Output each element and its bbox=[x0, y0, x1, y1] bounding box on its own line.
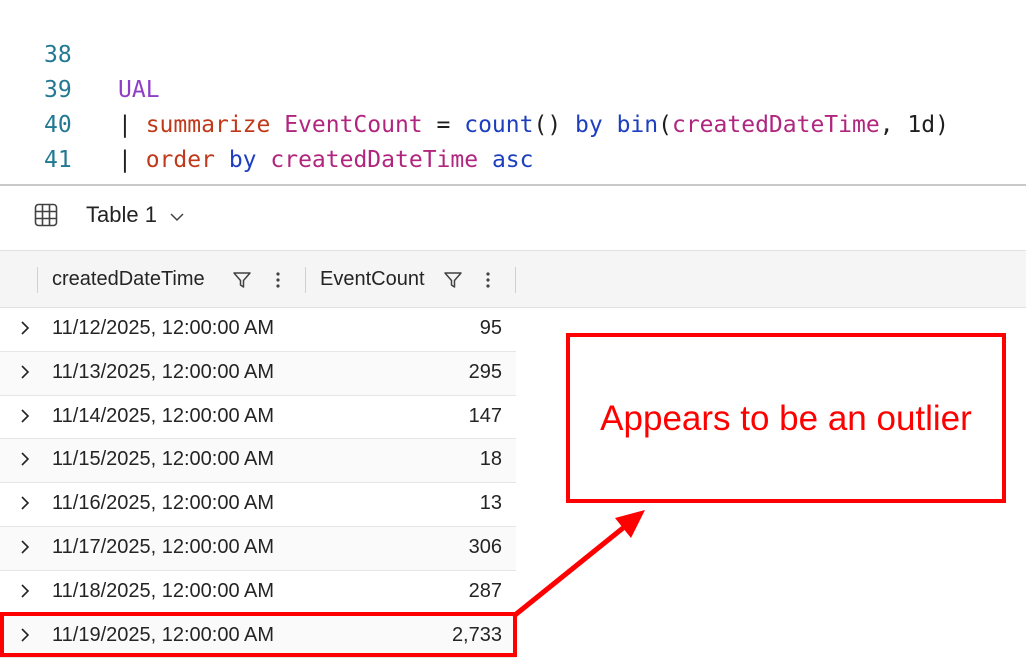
tab-table-1[interactable]: Table 1 bbox=[86, 202, 157, 228]
table-row[interactable]: 11/14/2025, 12:00:00 AM 147 bbox=[0, 395, 516, 440]
table-row[interactable]: 11/18/2025, 12:00:00 AM 287 bbox=[0, 570, 516, 615]
cell-createddatetime: 11/15/2025, 12:00:00 AM bbox=[52, 448, 275, 471]
more-vertical-icon[interactable] bbox=[268, 269, 288, 291]
cell-eventcount: 306 bbox=[468, 535, 502, 558]
table-row[interactable]: 11/17/2025, 12:00:00 AM 306 bbox=[0, 526, 516, 571]
code-line-41[interactable]: 41 bbox=[0, 108, 72, 173]
code-token: by bbox=[228, 147, 257, 173]
grid-header: createdDateTime EventCount bbox=[0, 250, 1026, 308]
results-tab-bar: Table 1 bbox=[0, 186, 1026, 250]
column-header-eventcount[interactable]: EventCount bbox=[320, 268, 425, 291]
chevron-right-icon[interactable] bbox=[18, 627, 32, 643]
cell-eventcount: 147 bbox=[468, 404, 502, 427]
code-token: EventCount bbox=[284, 112, 423, 138]
code-line-38[interactable]: 38 UAL bbox=[0, 3, 160, 103]
cell-createddatetime: 11/17/2025, 12:00:00 AM bbox=[52, 535, 275, 558]
code-token: order bbox=[145, 147, 215, 173]
chevron-right-icon[interactable] bbox=[18, 408, 32, 424]
more-vertical-icon[interactable] bbox=[478, 269, 498, 291]
column-resize-handle[interactable] bbox=[37, 267, 38, 293]
code-token: createdDateTime bbox=[671, 112, 880, 138]
code-text: UAL bbox=[118, 73, 160, 108]
annotation-text: Appears to be an outlier bbox=[600, 399, 972, 438]
table-row[interactable]: 11/12/2025, 12:00:00 AM 95 bbox=[0, 308, 516, 352]
column-resize-handle[interactable] bbox=[515, 267, 516, 293]
code-token: createdDateTime bbox=[270, 147, 479, 173]
cell-createddatetime: 11/18/2025, 12:00:00 AM bbox=[52, 579, 275, 602]
table-row[interactable]: 11/19/2025, 12:00:00 AM 2,733 bbox=[0, 614, 516, 659]
table-row[interactable]: 11/16/2025, 12:00:00 AM 13 bbox=[0, 483, 516, 527]
code-text: | order by createdDateTime asc bbox=[118, 143, 534, 178]
chevron-right-icon[interactable] bbox=[18, 451, 32, 467]
chevron-right-icon[interactable] bbox=[18, 539, 32, 555]
query-editor[interactable]: 38 UAL 39 | summarize EventCount = count… bbox=[0, 0, 1026, 208]
table-row[interactable]: 11/15/2025, 12:00:00 AM 18 bbox=[0, 439, 516, 484]
filter-icon[interactable] bbox=[443, 269, 463, 291]
annotation-callout: Appears to be an outlier bbox=[566, 333, 1006, 503]
code-token: count bbox=[464, 112, 534, 138]
code-token: ( bbox=[658, 112, 672, 138]
cell-eventcount: 13 bbox=[479, 492, 502, 515]
filter-icon[interactable] bbox=[232, 269, 252, 291]
cell-eventcount: 95 bbox=[479, 317, 502, 339]
code-token: | bbox=[118, 112, 146, 138]
table-grid-icon bbox=[34, 203, 58, 227]
cell-createddatetime: 11/13/2025, 12:00:00 AM bbox=[52, 360, 275, 383]
code-token: bin bbox=[616, 112, 659, 138]
code-token: , 1d) bbox=[879, 112, 949, 138]
grid-body: 11/12/2025, 12:00:00 AM 95 11/13/2025, 1… bbox=[0, 308, 516, 659]
column-header-createddatetime[interactable]: createdDateTime bbox=[52, 268, 205, 291]
cell-eventcount: 2,733 bbox=[451, 623, 502, 646]
column-resize-handle[interactable] bbox=[305, 267, 306, 293]
chevron-right-icon[interactable] bbox=[18, 364, 32, 380]
code-line-40[interactable]: 40 | order by createdDateTime asc bbox=[0, 73, 534, 173]
cell-eventcount: 287 bbox=[468, 579, 502, 602]
cell-eventcount: 18 bbox=[479, 448, 502, 471]
chevron-right-icon[interactable] bbox=[18, 320, 32, 336]
code-token: = bbox=[422, 112, 465, 138]
chevron-right-icon[interactable] bbox=[18, 495, 32, 511]
code-token: asc bbox=[491, 147, 534, 173]
code-line-39[interactable]: 39 | summarize EventCount = count() by b… bbox=[0, 38, 949, 138]
cell-createddatetime: 11/16/2025, 12:00:00 AM bbox=[52, 492, 275, 515]
chevron-down-icon[interactable] bbox=[170, 212, 184, 222]
cell-createddatetime: 11/14/2025, 12:00:00 AM bbox=[52, 404, 275, 427]
code-token: | bbox=[118, 147, 146, 173]
annotation-arrow bbox=[512, 510, 645, 618]
code-token: summarize bbox=[145, 112, 271, 138]
code-token: UAL bbox=[118, 77, 160, 103]
table-row[interactable]: 11/13/2025, 12:00:00 AM 295 bbox=[0, 351, 516, 396]
code-line-42[interactable]: 42 bbox=[0, 143, 72, 208]
cell-createddatetime: 11/12/2025, 12:00:00 AM bbox=[52, 317, 275, 339]
cell-createddatetime: 11/19/2025, 12:00:00 AM bbox=[52, 623, 275, 646]
code-token: by bbox=[575, 112, 603, 138]
chevron-right-icon[interactable] bbox=[18, 583, 32, 599]
code-token: () bbox=[533, 112, 576, 138]
code-text: | summarize EventCount = count() by bin(… bbox=[118, 108, 949, 143]
cell-eventcount: 295 bbox=[468, 360, 502, 383]
